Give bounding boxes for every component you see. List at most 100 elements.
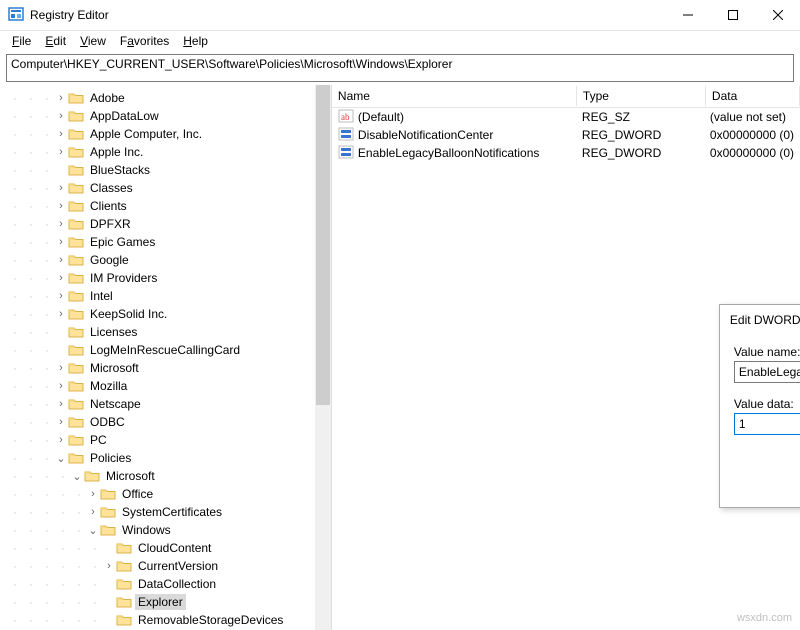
chevron-right-icon[interactable]: › <box>54 398 68 410</box>
value-name: DisableNotificationCenter <box>358 128 493 142</box>
chevron-right-icon[interactable]: › <box>54 308 68 320</box>
tree-item[interactable]: ···›Microsoft <box>0 359 331 377</box>
folder-icon <box>68 415 84 429</box>
tree-item[interactable]: ···⌄Policies <box>0 449 331 467</box>
chevron-down-icon[interactable]: ⌄ <box>54 452 68 465</box>
chevron-right-icon[interactable]: › <box>54 416 68 428</box>
tree-item[interactable]: ···›IM Providers <box>0 269 331 287</box>
tree-item[interactable]: ···›Clients <box>0 197 331 215</box>
menu-favorites[interactable]: Favorites <box>114 32 175 50</box>
chevron-right-icon[interactable]: › <box>54 362 68 374</box>
tree-item[interactable]: ···›Adobe <box>0 89 331 107</box>
tree-item[interactable]: ···›Apple Computer, Inc. <box>0 125 331 143</box>
tree-item-label: SystemCertificates <box>119 504 225 520</box>
tree-item[interactable]: ·····›SystemCertificates <box>0 503 331 521</box>
value-name-field[interactable] <box>734 361 800 383</box>
chevron-right-icon[interactable]: › <box>54 290 68 302</box>
tree-item[interactable]: ······›CurrentVersion <box>0 557 331 575</box>
column-type[interactable]: Type <box>577 86 706 106</box>
tree-item[interactable]: ···›Epic Games <box>0 233 331 251</box>
tree-item[interactable]: ······DataCollection <box>0 575 331 593</box>
folder-icon <box>68 109 84 123</box>
tree-item[interactable]: ···›Classes <box>0 179 331 197</box>
tree-view[interactable]: ···›Adobe···›AppDataLow···›Apple Compute… <box>0 85 332 630</box>
tree-item-label: Apple Inc. <box>87 144 146 160</box>
tree-scrollbar[interactable] <box>315 85 331 630</box>
tree-item[interactable]: ······RemovableStorageDevices <box>0 611 331 629</box>
list-rows: ab(Default)REG_SZ(value not set) DisableN… <box>332 108 800 162</box>
chevron-right-icon[interactable]: › <box>86 506 100 518</box>
table-row[interactable]: DisableNotificationCenterREG_DWORD0x0000… <box>332 126 800 144</box>
menu-view[interactable]: View <box>74 32 112 50</box>
address-bar[interactable]: Computer\HKEY_CURRENT_USER\Software\Poli… <box>6 54 794 82</box>
chevron-right-icon[interactable]: › <box>102 560 116 572</box>
tree-item[interactable]: ···›DPFXR <box>0 215 331 233</box>
tree-item-label: Windows <box>119 522 174 538</box>
menu-help[interactable]: Help <box>177 32 214 50</box>
main-split: ···›Adobe···›AppDataLow···›Apple Compute… <box>0 85 800 630</box>
menu-edit[interactable]: Edit <box>39 32 72 50</box>
table-row[interactable]: EnableLegacyBalloonNotificationsREG_DWOR… <box>332 144 800 162</box>
tree-item[interactable]: ······CloudContent <box>0 539 331 557</box>
value-type: REG_DWORD <box>576 127 704 143</box>
window-controls <box>665 0 800 30</box>
tree-item[interactable]: ···BlueStacks <box>0 161 331 179</box>
tree-item[interactable]: ····⌄Microsoft <box>0 467 331 485</box>
chevron-right-icon[interactable]: › <box>54 380 68 392</box>
titlebar: Registry Editor <box>0 0 800 31</box>
chevron-right-icon[interactable]: › <box>54 110 68 122</box>
folder-icon <box>68 163 84 177</box>
folder-icon <box>68 451 84 465</box>
tree-item-label: CurrentVersion <box>135 558 221 574</box>
folder-icon <box>68 127 84 141</box>
folder-icon <box>116 577 132 591</box>
window-title: Registry Editor <box>30 8 109 22</box>
tree-item[interactable]: ···›Google <box>0 251 331 269</box>
tree-item-label: Netscape <box>87 396 144 412</box>
maximize-button[interactable] <box>710 0 755 30</box>
chevron-right-icon[interactable]: › <box>54 92 68 104</box>
edit-dword-dialog: Edit DWORD (32-bit) Value Value name: Va… <box>719 304 800 508</box>
minimize-button[interactable] <box>665 0 710 30</box>
value-data-field[interactable] <box>734 413 800 435</box>
chevron-right-icon[interactable]: › <box>54 200 68 212</box>
close-button[interactable] <box>755 0 800 30</box>
tree-item-label: Mozilla <box>87 378 130 394</box>
tree-item[interactable]: ···›Netscape <box>0 395 331 413</box>
value-name: (Default) <box>358 110 404 124</box>
folder-icon <box>116 559 132 573</box>
tree-item[interactable]: ···›KeepSolid Inc. <box>0 305 331 323</box>
chevron-right-icon[interactable]: › <box>54 146 68 158</box>
tree-item[interactable]: ······Explorer <box>0 593 331 611</box>
tree-item[interactable]: ···›Intel <box>0 287 331 305</box>
chevron-down-icon[interactable]: ⌄ <box>86 524 100 537</box>
tree-item-label: AppDataLow <box>87 108 162 124</box>
column-data[interactable]: Data <box>706 86 800 106</box>
table-row[interactable]: ab(Default)REG_SZ(value not set) <box>332 108 800 126</box>
tree-item[interactable]: ·····›Office <box>0 485 331 503</box>
chevron-right-icon[interactable]: › <box>54 218 68 230</box>
folder-icon <box>68 361 84 375</box>
chevron-down-icon[interactable]: ⌄ <box>70 470 84 483</box>
tree-item[interactable]: ···›AppDataLow <box>0 107 331 125</box>
tree-item[interactable]: ···›ODBC <box>0 413 331 431</box>
column-name[interactable]: Name <box>332 86 577 106</box>
chevron-right-icon[interactable]: › <box>54 182 68 194</box>
tree-item[interactable]: ···›PC <box>0 431 331 449</box>
chevron-right-icon[interactable]: › <box>54 254 68 266</box>
folder-icon <box>68 397 84 411</box>
tree-item[interactable]: ···›Apple Inc. <box>0 143 331 161</box>
chevron-right-icon[interactable]: › <box>54 272 68 284</box>
chevron-right-icon[interactable]: › <box>86 488 100 500</box>
tree-item[interactable]: ·····⌄Windows <box>0 521 331 539</box>
tree-item-label: Policies <box>87 450 134 466</box>
chevron-right-icon[interactable]: › <box>54 434 68 446</box>
tree-item[interactable]: ···›Mozilla <box>0 377 331 395</box>
tree-item-label: KeepSolid Inc. <box>87 306 170 322</box>
tree-item[interactable]: ···LogMeInRescueCallingCard <box>0 341 331 359</box>
chevron-right-icon[interactable]: › <box>54 128 68 140</box>
chevron-right-icon[interactable]: › <box>54 236 68 248</box>
tree-item[interactable]: ···Licenses <box>0 323 331 341</box>
tree-item-label: Apple Computer, Inc. <box>87 126 205 142</box>
menu-file[interactable]: File <box>6 32 37 50</box>
